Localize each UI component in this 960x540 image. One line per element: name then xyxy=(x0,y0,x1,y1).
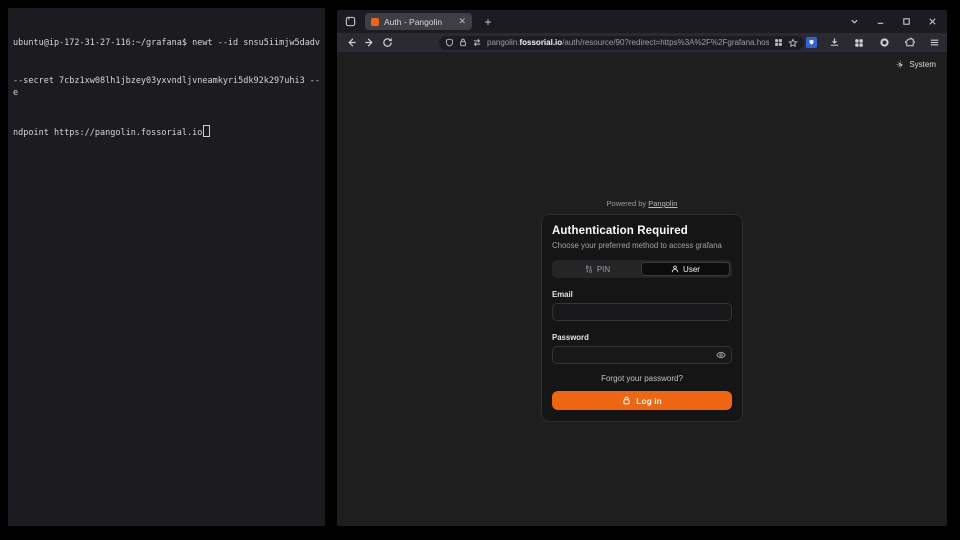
adblock-extension-icon[interactable] xyxy=(876,35,892,51)
email-label: Email xyxy=(552,290,732,299)
back-icon[interactable] xyxy=(343,35,359,51)
auth-card: Authentication Required Choose your pref… xyxy=(541,214,743,422)
terminal-line: ubuntu@ip-172-31-27-116:~/grafana$ newt … xyxy=(13,37,325,50)
terminal-line: --secret 7cbz1xw08lh1jbzey03yxvndljvneam… xyxy=(13,75,325,100)
tab-pin[interactable]: PIN xyxy=(554,262,641,276)
maximize-button[interactable] xyxy=(895,13,917,31)
pangolin-link[interactable]: Pangolin xyxy=(648,199,677,208)
tab-user-label: User xyxy=(683,265,700,274)
browser-window: Auth - Pangolin ✕ + xyxy=(337,10,947,526)
close-button[interactable] xyxy=(921,13,943,31)
tab-auth-pangolin[interactable]: Auth - Pangolin ✕ xyxy=(365,13,472,30)
reload-icon[interactable] xyxy=(379,35,395,51)
login-button-label: Log in xyxy=(636,396,662,406)
window-controls xyxy=(843,13,943,31)
minimize-button[interactable] xyxy=(869,13,891,31)
terminal-line: ndpoint https://pangolin.fossorial.io xyxy=(13,125,325,140)
email-field[interactable] xyxy=(552,303,732,321)
theme-toggle-label: System xyxy=(909,60,936,69)
pin-keypad-icon xyxy=(585,265,593,273)
auth-page: System Powered by Pangolin Authenticatio… xyxy=(337,52,947,526)
auth-column: Powered by Pangolin Authentication Requi… xyxy=(541,199,743,422)
theme-toggle-button[interactable]: System xyxy=(896,60,936,69)
url-text: pangolin.fossorial.io/auth/resource/90?r… xyxy=(487,38,769,47)
lock-icon xyxy=(622,396,631,405)
auth-method-tabs: PIN User xyxy=(552,260,732,278)
desktop: ubuntu@ip-172-31-27-116:~/grafana$ newt … xyxy=(0,0,960,540)
downloads-icon[interactable] xyxy=(826,35,842,51)
new-tab-button[interactable]: + xyxy=(480,15,496,29)
tab-pin-label: PIN xyxy=(597,265,610,274)
firefox-view-icon[interactable] xyxy=(341,13,359,31)
bookmark-star-icon[interactable] xyxy=(788,38,798,48)
forgot-password-link[interactable]: Forgot your password? xyxy=(552,374,732,383)
terminal-cursor xyxy=(203,125,210,137)
pangolin-favicon-icon xyxy=(371,18,379,26)
extensions-puzzle-icon[interactable] xyxy=(901,35,917,51)
tab-bar: Auth - Pangolin ✕ + xyxy=(337,10,947,33)
card-subtitle: Choose your preferred method to access g… xyxy=(552,241,732,250)
terminal-window[interactable]: ubuntu@ip-172-31-27-116:~/grafana$ newt … xyxy=(8,8,325,526)
shield-icon[interactable] xyxy=(445,38,454,47)
password-label: Password xyxy=(552,333,732,342)
powered-by: Powered by Pangolin xyxy=(541,199,743,208)
tab-list-chevron-icon[interactable] xyxy=(843,13,865,31)
tab-groups-icon[interactable] xyxy=(851,35,867,51)
sun-moon-icon xyxy=(896,60,905,69)
forward-icon[interactable] xyxy=(361,35,377,51)
tab-title: Auth - Pangolin xyxy=(384,17,453,27)
tab-user[interactable]: User xyxy=(641,262,730,276)
navigation-toolbar: pangolin.fossorial.io/auth/resource/90?r… xyxy=(337,33,947,52)
login-button[interactable]: Log in xyxy=(552,391,732,410)
tab-close-icon[interactable]: ✕ xyxy=(458,17,466,26)
container-grid-icon[interactable] xyxy=(774,38,783,47)
url-bar[interactable]: pangolin.fossorial.io/auth/resource/90?r… xyxy=(439,36,804,50)
password-manager-extension-icon[interactable] xyxy=(806,37,817,48)
permissions-swap-icon[interactable] xyxy=(472,38,482,47)
show-password-eye-icon[interactable] xyxy=(716,350,726,360)
toolbar-extensions xyxy=(806,35,944,51)
card-title: Authentication Required xyxy=(552,225,732,237)
user-icon xyxy=(671,265,679,273)
password-field[interactable] xyxy=(552,346,732,364)
menu-hamburger-icon[interactable] xyxy=(926,35,942,51)
lock-icon[interactable] xyxy=(459,38,467,47)
